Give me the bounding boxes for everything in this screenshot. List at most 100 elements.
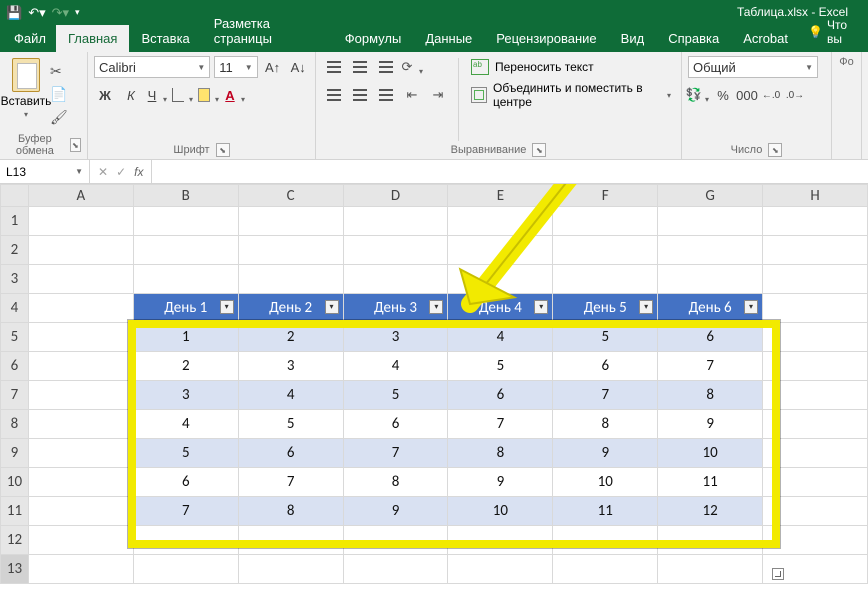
filter-icon[interactable]: ▾ [639,300,653,314]
column-header[interactable]: A [28,185,133,207]
font-dialog-launcher[interactable]: ⬊ [216,143,230,157]
cell[interactable] [28,468,133,497]
table-header-cell[interactable]: День 2▾ [238,294,343,323]
alignment-dialog-launcher[interactable]: ⬊ [532,143,546,157]
cell[interactable] [658,555,763,584]
filter-icon[interactable]: ▾ [534,300,548,314]
cell[interactable] [238,265,343,294]
row-header[interactable]: 12 [1,526,29,555]
tab-file[interactable]: Файл [4,25,56,52]
formula-input[interactable] [152,160,868,183]
cell[interactable] [763,526,868,555]
tab-acrobat[interactable]: Acrobat [731,25,800,52]
filter-icon[interactable]: ▾ [220,300,234,314]
table-data-cell[interactable]: 7 [133,497,238,526]
table-data-cell[interactable]: 12 [658,497,763,526]
cell[interactable] [448,526,553,555]
table-data-cell[interactable]: 8 [553,410,658,439]
font-name-combo[interactable]: Calibri▼ [94,56,210,78]
row-header[interactable]: 9 [1,439,29,468]
table-data-cell[interactable]: 4 [133,410,238,439]
cell[interactable] [763,294,868,323]
cell[interactable] [343,207,448,236]
table-data-cell[interactable]: 5 [238,410,343,439]
table-data-cell[interactable]: 4 [343,352,448,381]
table-data-cell[interactable]: 8 [658,381,763,410]
merge-center-button[interactable]: Объединить и поместить в центре ▾ [467,84,675,106]
filter-icon[interactable]: ▾ [429,300,443,314]
decrease-indent-button[interactable]: ⇤ [400,84,424,106]
filter-icon[interactable]: ▾ [325,300,339,314]
table-data-cell[interactable]: 5 [448,352,553,381]
table-data-cell[interactable]: 3 [343,323,448,352]
table-data-cell[interactable]: 4 [448,323,553,352]
tab-formulas[interactable]: Формулы [333,25,414,52]
row-header[interactable]: 2 [1,236,29,265]
percent-format-button[interactable]: % [712,84,734,106]
select-all-corner[interactable] [1,185,29,207]
cell[interactable] [658,207,763,236]
name-box[interactable]: L13 ▼ [0,160,90,183]
align-right-button[interactable] [374,84,398,106]
wrap-text-button[interactable]: Переносить текст [467,56,675,78]
borders-button[interactable] [172,84,194,106]
table-data-cell[interactable]: 6 [658,323,763,352]
table-data-cell[interactable]: 2 [133,352,238,381]
row-header[interactable]: 13 [1,555,29,584]
column-header[interactable]: C [238,185,343,207]
qat-customize-icon[interactable]: ▾ [75,8,80,17]
cell[interactable] [28,207,133,236]
fx-icon[interactable]: fx [134,165,143,179]
table-header-cell[interactable]: День 4▾ [448,294,553,323]
row-header[interactable]: 11 [1,497,29,526]
table-data-cell[interactable]: 9 [448,468,553,497]
cell[interactable] [763,410,868,439]
font-size-combo[interactable]: 11▼ [214,56,257,78]
cell[interactable] [28,526,133,555]
row-header[interactable]: 1 [1,207,29,236]
cell[interactable] [343,236,448,265]
table-data-cell[interactable]: 5 [133,439,238,468]
table-header-cell[interactable]: День 5▾ [553,294,658,323]
accounting-format-button[interactable]: 💱 [688,84,710,106]
cell[interactable] [763,236,868,265]
fill-color-button[interactable] [198,84,220,106]
align-center-button[interactable] [348,84,372,106]
table-data-cell[interactable]: 9 [343,497,448,526]
orientation-button[interactable]: ⟳ [400,56,424,78]
table-data-cell[interactable]: 6 [238,439,343,468]
cell[interactable] [133,236,238,265]
cell[interactable] [448,207,553,236]
increase-font-icon[interactable]: A↑ [262,56,284,78]
cell[interactable] [658,265,763,294]
cell[interactable] [763,497,868,526]
cell[interactable] [763,352,868,381]
cell[interactable] [763,265,868,294]
cell[interactable] [238,207,343,236]
cell[interactable] [343,265,448,294]
table-data-cell[interactable]: 2 [238,323,343,352]
table-data-cell[interactable]: 7 [658,352,763,381]
table-data-cell[interactable]: 7 [553,381,658,410]
cell[interactable] [133,207,238,236]
tab-help[interactable]: Справка [656,25,731,52]
align-bottom-button[interactable] [374,56,398,78]
table-data-cell[interactable]: 6 [343,410,448,439]
table-data-cell[interactable]: 9 [553,439,658,468]
underline-button[interactable]: Ч [146,84,168,106]
format-painter-icon[interactable]: 🖌 [50,109,68,126]
accept-formula-icon[interactable]: ✓ [116,165,126,179]
cell[interactable] [448,555,553,584]
undo-icon[interactable]: ↶▾ [28,6,45,19]
cell[interactable] [28,555,133,584]
cell[interactable] [658,526,763,555]
cell[interactable] [343,555,448,584]
table-data-cell[interactable]: 8 [238,497,343,526]
cell[interactable] [133,265,238,294]
table-data-cell[interactable]: 5 [343,381,448,410]
cell[interactable] [763,439,868,468]
table-header-cell[interactable]: День 1▾ [133,294,238,323]
cell[interactable] [553,526,658,555]
table-data-cell[interactable]: 3 [238,352,343,381]
tell-me[interactable]: 💡 Что вы [800,12,868,52]
